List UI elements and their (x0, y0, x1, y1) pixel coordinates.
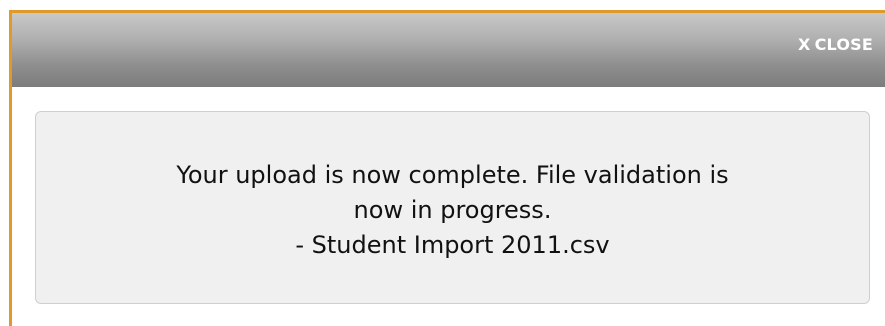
status-message-line-1: Your upload is now complete. File valida… (176, 161, 729, 189)
close-icon: X (798, 35, 811, 54)
page: X CLOSE Your upload is now complete. File… (0, 0, 885, 326)
close-button-label: CLOSE (814, 35, 873, 54)
close-button[interactable]: X CLOSE (798, 31, 873, 59)
status-message-line-2: now in progress. (353, 196, 552, 224)
message-panel: Your upload is now complete. File valida… (35, 111, 870, 304)
status-message: Your upload is now complete. File valida… (73, 152, 833, 263)
upload-dialog: X CLOSE Your upload is now complete. File… (9, 10, 885, 326)
dialog-titlebar: X CLOSE (12, 13, 885, 87)
status-message-filename: - Student Import 2011.csv (295, 231, 610, 259)
